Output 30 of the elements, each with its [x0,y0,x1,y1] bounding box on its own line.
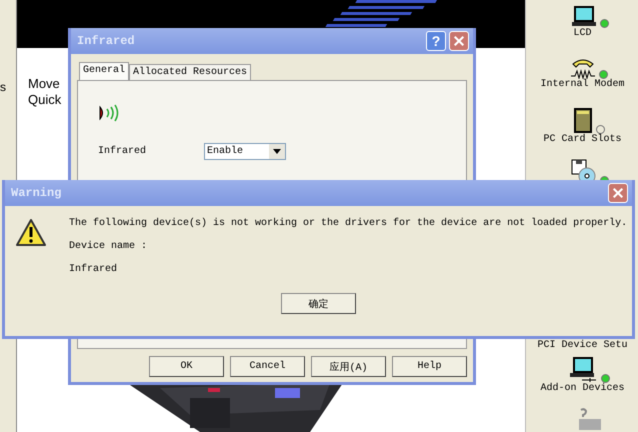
ok-button[interactable]: 确定 [281,293,356,314]
device-label[interactable]: LCD [573,28,592,39]
tab[interactable]: Allocated Resources [129,64,252,80]
close-icon[interactable] [608,183,628,203]
message-text: The following device(s) is not working or the drivers for the device are not loaded properly. [69,218,628,229]
tab[interactable]: General [79,62,130,80]
dialog-button[interactable]: Cancel [230,356,305,377]
dialog-button[interactable]: Help [392,356,467,377]
device-label[interactable]: Internal Modem [540,79,624,90]
close-icon[interactable] [449,31,469,51]
field-label: Infrared [98,146,148,157]
phone-icon [570,57,596,79]
card-icon [573,108,594,134]
desktop-text: Quick [28,92,62,108]
device-label[interactable]: PCI Device Setu [537,340,628,351]
help-button[interactable]: ? [426,31,446,51]
message-text: Device name : [69,241,148,252]
laptop-icon [568,357,598,383]
laptop-icon [570,6,596,28]
side-text: s [0,80,6,94]
message-text: Infrared [69,264,118,275]
dialog-button[interactable]: 应用(A) [311,356,386,377]
desktop-text: Move [28,76,61,92]
window-title: Infrared [77,34,136,48]
device-label[interactable]: PC Card Slots [543,134,622,145]
dropdown[interactable]: Enable [204,143,286,160]
dialog-button[interactable]: OK [149,356,224,377]
window-title: Warning [11,186,62,200]
warning-icon [15,218,47,248]
device-label[interactable]: Add-on Devices [540,383,624,394]
